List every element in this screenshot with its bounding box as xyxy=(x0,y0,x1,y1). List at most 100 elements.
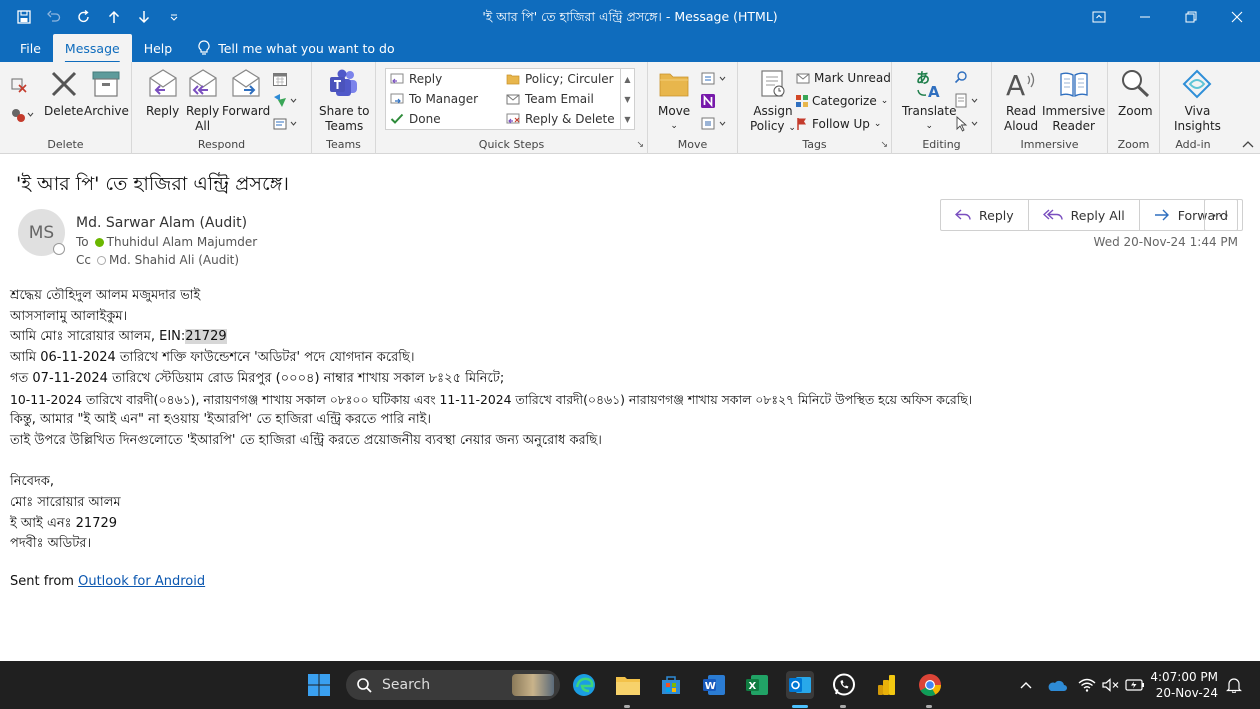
more-actions-icon[interactable]: ··· xyxy=(1204,199,1238,231)
collapse-ribbon-icon[interactable] xyxy=(1242,137,1254,151)
share-to-teams-button[interactable]: Share to Teams xyxy=(319,68,370,134)
available-status-icon xyxy=(94,237,104,247)
tab-help[interactable]: Help xyxy=(132,34,185,62)
move-dropdown-icon: ⌄ xyxy=(670,121,678,131)
qs-reply-delete[interactable]: Reply & Delete xyxy=(506,112,615,126)
find-button[interactable] xyxy=(954,68,968,86)
onenote-button[interactable] xyxy=(700,92,716,110)
categorize-button[interactable]: Categorize ⌄ xyxy=(796,92,888,110)
reply-button[interactable]: Reply xyxy=(941,200,1029,230)
arrow-up-icon[interactable] xyxy=(104,7,124,27)
qs-policy-circuler[interactable]: Policy; Circuler xyxy=(506,72,614,86)
quick-steps-launcher-icon[interactable]: ↘ xyxy=(636,140,644,150)
show-hidden-icons-icon[interactable] xyxy=(1012,671,1040,699)
delete-button[interactable]: Delete xyxy=(44,68,83,119)
to-recipient[interactable]: Thuhidul Alam Majumder xyxy=(107,235,258,249)
running-indicator xyxy=(624,705,630,708)
expand-gallery-icon[interactable]: ▼ xyxy=(624,115,630,124)
whatsapp-icon[interactable] xyxy=(830,671,858,699)
ribbon-display-icon[interactable] xyxy=(1076,0,1122,34)
translate-button[interactable]: あA Translate ⌄ xyxy=(902,68,957,134)
related-button[interactable] xyxy=(954,92,982,110)
sender-name[interactable]: Md. Sarwar Alam (Audit) xyxy=(76,215,247,231)
archive-button[interactable]: Archive xyxy=(84,68,129,119)
actions-button[interactable] xyxy=(700,115,728,133)
store-icon[interactable] xyxy=(657,671,685,699)
word-icon[interactable]: W xyxy=(700,671,728,699)
zoom-button[interactable]: Zoom xyxy=(1118,68,1153,119)
body-line: গত 07-11-2024 তারিখে স্টেডিয়াম রোড মিরপ… xyxy=(10,370,505,386)
ribbon-reply-button[interactable]: Reply xyxy=(146,68,179,119)
im-button[interactable] xyxy=(272,92,298,110)
reply-all-button[interactable]: Reply All xyxy=(1029,200,1140,230)
immersive-reader-button[interactable]: Immersive Reader xyxy=(1042,68,1105,134)
outlook-icon[interactable] xyxy=(786,671,814,699)
quick-steps-scroll[interactable]: ▲ ▼ ▼ xyxy=(620,69,634,129)
body-line: তাই উপরে উল্লিখিত দিনগুলোতে 'ইআরপি' তে হ… xyxy=(10,432,602,448)
power-bi-icon[interactable] xyxy=(873,671,901,699)
select-button[interactable] xyxy=(954,115,982,133)
zoom-group: Zoom Zoom xyxy=(1108,62,1160,154)
offline-status-icon xyxy=(96,255,106,265)
quick-steps-group-label: Quick Steps xyxy=(478,138,545,151)
move-button[interactable]: Move ⌄ xyxy=(658,68,690,134)
tab-message[interactable]: Message xyxy=(52,34,132,62)
ignore-button[interactable] xyxy=(10,76,28,94)
scroll-up-icon[interactable]: ▲ xyxy=(624,75,630,84)
ribbon-forward-button[interactable]: Forward xyxy=(222,68,270,119)
assign-policy-button[interactable]: Assign Policy ⌄ xyxy=(750,68,796,136)
redo-icon[interactable] xyxy=(74,7,94,27)
chrome-icon[interactable] xyxy=(916,671,944,699)
avatar-initials: MS xyxy=(28,222,55,243)
junk-button[interactable] xyxy=(10,106,34,124)
qs-to-manager[interactable]: To Manager xyxy=(390,92,478,106)
translate-icon: あA xyxy=(916,71,940,100)
read-aloud-button[interactable]: A Read Aloud xyxy=(1004,68,1038,134)
taskbar-clock[interactable]: 4:07:00 PM 20-Nov-24 xyxy=(1150,669,1218,701)
more-respond-button[interactable] xyxy=(272,115,298,133)
more-respond-icon xyxy=(273,118,297,130)
zoom-icon xyxy=(1122,70,1150,98)
follow-up-button[interactable]: Follow Up ⌄ xyxy=(796,115,881,133)
meeting-reply-button[interactable] xyxy=(272,70,288,88)
to-label: To xyxy=(76,235,89,249)
tab-file[interactable]: File xyxy=(8,34,53,62)
zoom-group-label: Zoom xyxy=(1117,138,1150,151)
qs-reply[interactable]: Reply xyxy=(390,72,442,86)
svg-text:A: A xyxy=(1006,69,1025,100)
rules-button[interactable] xyxy=(700,70,728,88)
tags-group-label: Tags xyxy=(802,138,827,151)
mark-unread-button[interactable]: Mark Unread xyxy=(796,69,891,87)
teams-icon xyxy=(330,69,358,96)
windows-start-icon[interactable] xyxy=(305,671,333,699)
tags-launcher-icon[interactable]: ↘ xyxy=(880,140,888,150)
close-icon[interactable] xyxy=(1214,0,1260,34)
outlook-android-link[interactable]: Outlook for Android xyxy=(78,574,205,589)
undo-icon[interactable] xyxy=(44,7,64,27)
scroll-down-icon[interactable]: ▼ xyxy=(624,95,630,104)
tell-me-search[interactable]: Tell me what you want to do xyxy=(198,34,395,62)
ribbon-reply-all-button[interactable]: Reply All xyxy=(186,68,219,134)
save-icon[interactable] xyxy=(14,7,34,27)
onedrive-icon[interactable] xyxy=(1043,671,1071,699)
running-indicator xyxy=(926,705,932,708)
arrow-down-icon[interactable] xyxy=(134,7,154,27)
qs-team-email[interactable]: Team Email xyxy=(506,92,594,106)
qs-reply-icon xyxy=(390,73,404,84)
viva-insights-button[interactable]: Viva Insights xyxy=(1174,68,1221,134)
notifications-bell-icon[interactable] xyxy=(1220,671,1248,699)
addin-group-label: Add-in xyxy=(1175,138,1211,151)
file-explorer-icon[interactable] xyxy=(614,671,642,699)
cursor-select-icon xyxy=(956,116,978,132)
restore-icon[interactable] xyxy=(1168,0,1214,34)
excel-icon[interactable]: X xyxy=(743,671,771,699)
minimize-icon[interactable] xyxy=(1122,0,1168,34)
taskbar-search[interactable]: Search xyxy=(346,670,560,700)
assign-label-1: Assign xyxy=(753,104,793,118)
reply-arrow-icon xyxy=(955,209,971,220)
customize-qat-icon[interactable] xyxy=(164,7,184,27)
battery-icon[interactable] xyxy=(1121,671,1149,699)
qs-done[interactable]: Done xyxy=(390,112,441,126)
edge-icon[interactable] xyxy=(570,671,598,699)
cc-recipient[interactable]: Md. Shahid Ali (Audit) xyxy=(109,253,239,267)
